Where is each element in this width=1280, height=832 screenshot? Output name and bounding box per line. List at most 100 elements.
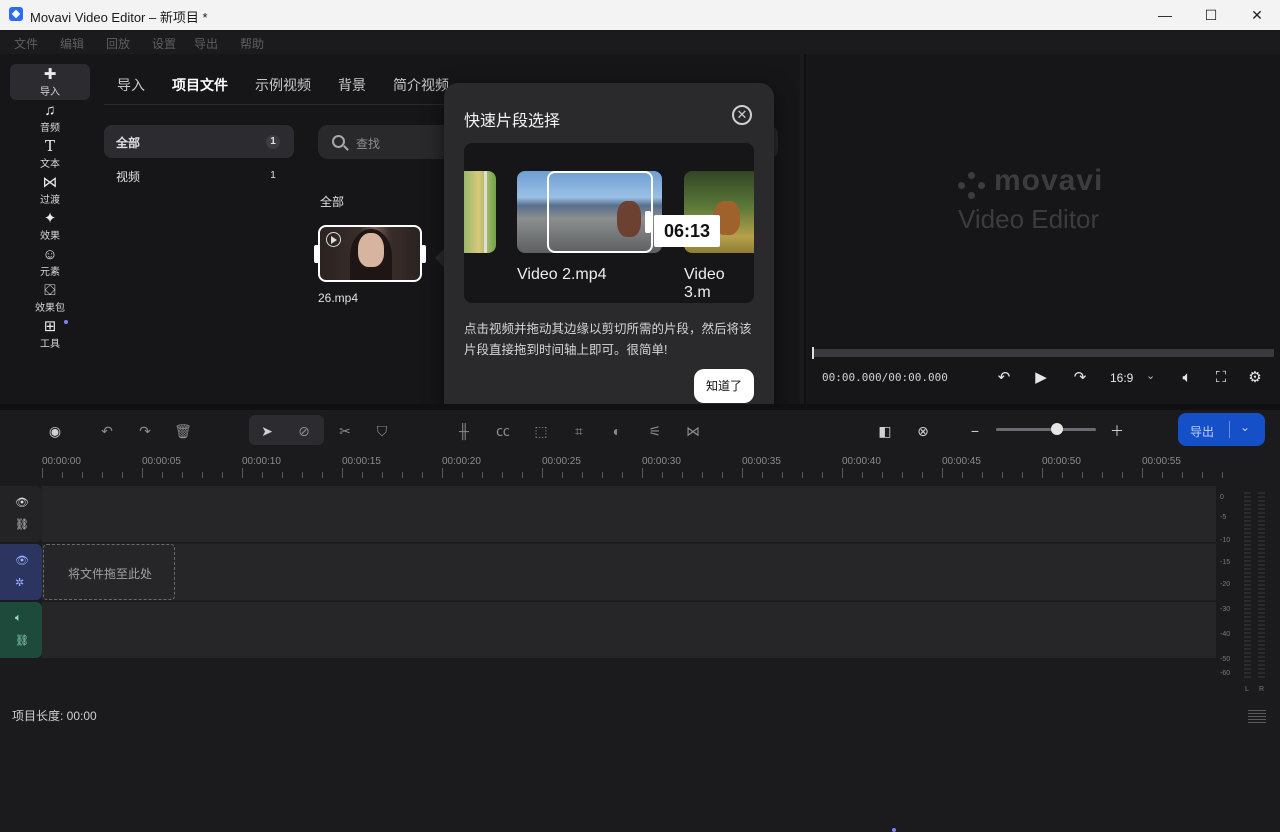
blade-mode-icon[interactable]: ⊘ <box>293 420 315 442</box>
link-tracks-icon[interactable]: ⊗ <box>912 420 934 442</box>
ruler-tick <box>302 472 303 478</box>
sidebar-item-label: 效果包 <box>35 302 65 314</box>
clip-name: 26.mp4 <box>318 291 359 305</box>
video-track-header: 👁︎ ✲ <box>0 544 42 600</box>
ruler-tick-label: 00:00:35 <box>742 456 781 467</box>
menu-edit[interactable]: 编辑 <box>60 35 84 52</box>
sidebar-item-effects[interactable]: ✦ 效果 <box>10 208 90 244</box>
captions-icon[interactable]: ㏄ <box>492 420 514 442</box>
demo-clip-1 <box>464 171 496 253</box>
media-clip-thumbnail[interactable] <box>318 225 422 282</box>
sidebar-item-import[interactable]: ✚ 导入 <box>10 64 90 100</box>
delete-icon[interactable]: 🗑︎ <box>172 420 194 442</box>
demo-animation: 06:13 Video 2.mp4 Video 3.m <box>464 143 754 303</box>
redo-icon[interactable]: ↷ <box>134 420 156 442</box>
export-button[interactable]: 导出 ⌄ <box>1178 413 1265 446</box>
zoom-slider[interactable] <box>996 428 1096 431</box>
zoom-out-icon[interactable]: − <box>964 420 986 442</box>
fullscreen-icon[interactable]: ⛶ <box>1211 367 1231 387</box>
color-adjust-icon[interactable]: ◐ <box>606 420 628 442</box>
ruler-tick <box>282 472 283 478</box>
sidebar-item-tools[interactable]: ⊞ 工具 <box>10 316 90 352</box>
resize-grip-icon[interactable] <box>1248 710 1266 724</box>
unlink-icon[interactable]: ⛓︎ <box>15 634 29 647</box>
undo-icon[interactable]: ↶ <box>96 420 118 442</box>
logo-subtitle: Video Editor <box>958 204 1100 234</box>
cut-icon[interactable]: ✂ <box>334 420 356 442</box>
got-it-button[interactable]: 知道了 <box>694 369 754 403</box>
ruler-tick <box>982 472 983 478</box>
close-icon[interactable]: ✕ <box>732 105 752 125</box>
step-back-icon[interactable]: ↶ <box>994 367 1014 387</box>
tab-backgrounds[interactable]: 背景 <box>338 75 366 95</box>
ruler-tick <box>782 472 783 478</box>
play-icon[interactable] <box>326 232 341 247</box>
sidebar-item-text[interactable]: T 文本 <box>10 136 90 172</box>
vu-scale-label: -15 <box>1220 559 1231 566</box>
ruler-tick <box>662 472 663 478</box>
sidebar-item-effect-packs[interactable]: ⛋ 效果包 <box>10 280 90 316</box>
eye-icon[interactable]: 👁︎ <box>15 554 29 567</box>
menu-playback[interactable]: 回放 <box>106 35 130 52</box>
record-icon[interactable]: ◉ <box>44 420 66 442</box>
tab-intro-videos[interactable]: 简介视频 <box>393 75 449 95</box>
playhead[interactable] <box>812 347 814 359</box>
maximize-button[interactable]: ☐ <box>1188 0 1234 30</box>
tab-project-files[interactable]: 项目文件 <box>172 75 228 95</box>
crop-icon[interactable]: ⌗ <box>568 420 590 442</box>
ruler-tick <box>462 472 463 478</box>
menu-file[interactable]: 文件 <box>14 35 38 52</box>
window-title: Movavi Video Editor – 新项目 * <box>30 10 208 25</box>
category-video[interactable]: 视频 1 <box>104 159 294 192</box>
drop-zone[interactable]: 将文件拖至此处 <box>43 544 175 600</box>
transition-wizard-icon[interactable]: ⋈ <box>682 420 704 442</box>
sidebar-item-elements[interactable]: ☺ 元素 <box>10 244 90 280</box>
transition-icon: ⋈ <box>42 173 58 191</box>
marker-icon[interactable]: ⛉ <box>371 420 393 442</box>
ruler-tick <box>1062 472 1063 478</box>
pointer-icon[interactable]: ➤ <box>256 420 278 442</box>
minimize-button[interactable]: — <box>1142 0 1188 30</box>
play-button[interactable]: ▶ <box>1031 367 1051 387</box>
ruler-tick <box>1202 472 1203 478</box>
split-audio-icon[interactable]: ◧ <box>874 420 896 442</box>
chevron-down-icon[interactable]: ⌄ <box>1146 369 1155 382</box>
overlay-track[interactable] <box>42 486 1216 542</box>
volume-icon[interactable]: 🔈︎ <box>1177 367 1197 387</box>
video-track[interactable] <box>42 544 1216 600</box>
aspect-ratio-select[interactable]: 16:9 <box>1110 371 1133 385</box>
close-button[interactable]: ✕ <box>1234 0 1280 30</box>
trim-handle-right[interactable] <box>421 245 426 263</box>
sidebar-item-transitions[interactable]: ⋈ 过渡 <box>10 172 90 208</box>
audio-track[interactable] <box>42 602 1216 658</box>
speaker-icon[interactable]: 🔈︎ <box>15 612 22 625</box>
ruler-tick <box>842 468 843 478</box>
settings-gear-icon[interactable]: ⚙ <box>1245 367 1265 387</box>
menu-export[interactable]: 导出 <box>194 35 218 52</box>
zoom-in-icon[interactable]: ＋ <box>1106 420 1128 442</box>
filters-icon[interactable]: ⚟ <box>644 420 666 442</box>
trim-handle-left[interactable] <box>314 245 319 263</box>
stabilize-icon[interactable]: ⬚ <box>530 420 552 442</box>
eye-icon[interactable]: 👁︎ <box>15 496 29 509</box>
ruler-tick <box>62 472 63 478</box>
sidebar-item-audio[interactable]: ♫ 音频 <box>10 100 90 136</box>
tab-import[interactable]: 导入 <box>117 75 145 95</box>
ruler-tick <box>802 472 803 478</box>
chevron-down-icon[interactable]: ⌄ <box>1240 420 1250 434</box>
tab-sample-videos[interactable]: 示例视频 <box>255 75 311 95</box>
timeline-ruler[interactable]: 00:00:00 00:00:05 00:00:10 00:00:15 00:00:20… <box>0 450 1223 486</box>
link-icon[interactable]: ⛓︎ <box>15 518 29 531</box>
demo-duration: 06:13 <box>654 215 720 247</box>
zoom-slider-knob[interactable] <box>1051 423 1063 435</box>
ruler-tick <box>1222 472 1223 478</box>
step-forward-icon[interactable]: ↷ <box>1070 367 1090 387</box>
ruler-tick <box>1002 472 1003 478</box>
audio-wave-icon[interactable]: ╫ <box>453 420 475 442</box>
timecode: 00:00.000/00:00.000 <box>822 371 948 384</box>
playback-scrubber[interactable] <box>812 349 1274 357</box>
menu-settings[interactable]: 设置 <box>152 35 176 52</box>
category-all[interactable]: 全部 1 <box>104 125 294 158</box>
effect-icon[interactable]: ✲ <box>15 576 24 589</box>
menu-help[interactable]: 帮助 <box>240 35 264 52</box>
